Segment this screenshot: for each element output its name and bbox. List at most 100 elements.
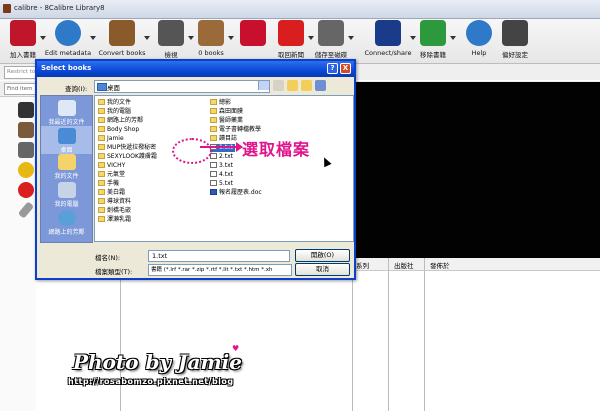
place-my-documents[interactable]: 我的文件 <box>41 154 92 180</box>
list-item[interactable]: 元氣堂 <box>98 171 125 179</box>
series-icon[interactable] <box>18 122 34 138</box>
list-item[interactable]: 3.txt <box>210 162 233 170</box>
chevron-down-icon[interactable] <box>348 36 354 40</box>
cancel-button[interactable]: 取消 <box>295 263 350 276</box>
folder-icon <box>98 207 105 213</box>
list-item[interactable]: 報名履歷表.doc <box>210 189 262 197</box>
list-item[interactable]: Body Shop <box>98 126 139 134</box>
folder-icon <box>98 126 105 132</box>
select-books-dialog: Select books ? X 查詢(I): 桌面 我最近的文件 桌面 我的文… <box>35 59 356 280</box>
list-item[interactable]: VICHY <box>98 162 125 170</box>
word-doc-icon <box>210 189 217 195</box>
annotation-text: 選取檔案 <box>242 140 311 159</box>
annotation-highlight-ring <box>172 138 212 164</box>
list-item[interactable]: 我的電腦 <box>98 108 131 116</box>
dialog-close-button[interactable]: X <box>340 63 351 74</box>
authors-icon[interactable] <box>18 102 34 118</box>
recent-docs-icon <box>57 100 76 116</box>
toolbar-button-help[interactable]: Help <box>460 20 498 57</box>
list-item[interactable]: SEXYLOOK護膚霜 <box>98 153 157 161</box>
chevron-down-icon[interactable] <box>144 36 150 40</box>
filename-input[interactable]: 1.txt <box>148 250 290 262</box>
toolbar-button-connect-share[interactable]: Connect/share <box>364 20 412 57</box>
list-item[interactable]: 導球資料 <box>98 198 131 206</box>
column-divider <box>424 258 425 411</box>
chevron-down-icon[interactable] <box>90 36 96 40</box>
list-item[interactable]: 網路上的芳鄰 <box>98 117 143 125</box>
list-item[interactable]: 美白霜 <box>98 189 125 197</box>
chevron-down-icon[interactable] <box>258 81 269 90</box>
folder-icon <box>98 144 105 150</box>
news-icon <box>278 20 304 46</box>
toolbar-label: Help <box>471 49 487 57</box>
back-icon[interactable] <box>273 80 284 91</box>
filename-label: 檔名(N): <box>95 254 121 262</box>
list-item[interactable]: 總影 <box>210 99 231 107</box>
list-item[interactable]: 電子書轉檔教學 <box>210 126 261 134</box>
toolbar-button-convert-books[interactable]: Convert books <box>98 20 146 57</box>
place-recent-documents[interactable]: 我最近的文件 <box>41 100 92 126</box>
folder-icon <box>210 126 217 132</box>
column-published[interactable]: 發佈於 <box>430 260 450 270</box>
folder-icon <box>98 117 105 123</box>
toolbar-button-magnifier[interactable]: 檢視 <box>152 20 190 59</box>
list-item[interactable]: 讀目誌 <box>210 135 237 143</box>
main-toolbar: 加入書籍 Edit metadata Convert books 檢視 0 books 取… <box>0 19 600 64</box>
list-item[interactable]: 劍橋毛嵌 <box>98 207 131 215</box>
toolbar-button-books[interactable]: 0 books <box>192 20 230 57</box>
up-folder-icon[interactable] <box>287 80 298 91</box>
toolbar-button-news[interactable]: 取回新聞 <box>272 20 310 59</box>
formats-icon[interactable] <box>18 142 34 158</box>
dialog-title-bar[interactable]: Select books ? X <box>37 61 354 77</box>
list-item[interactable]: 5.txt <box>210 180 233 188</box>
toolbar-label: Edit metadata <box>44 49 92 57</box>
toolbar-button-add-book[interactable]: 加入書籍 <box>4 20 42 59</box>
place-network[interactable]: 網路上的芳鄰 <box>41 210 92 236</box>
new-folder-icon[interactable] <box>301 80 312 91</box>
annotation-arrow <box>200 146 240 148</box>
list-item[interactable]: 醫師藥業 <box>210 117 243 125</box>
list-item[interactable]: 2.txt <box>210 153 233 161</box>
view-menu-icon[interactable] <box>315 80 326 91</box>
toolbar-label: 取回新聞 <box>278 51 304 59</box>
text-file-icon <box>210 162 217 168</box>
toolbar-label: Convert books <box>98 49 146 57</box>
list-item[interactable]: MUP快遞拉撥秘密 <box>98 144 156 152</box>
rating-star-icon[interactable] <box>18 162 34 178</box>
column-publisher[interactable]: 出版社 <box>394 260 414 270</box>
file-list[interactable]: 我的文件 我的電腦 網路上的芳鄰 Body Shop Jamie MUP快遞拉撥… <box>94 95 354 242</box>
list-item[interactable]: 森田面膜 <box>210 108 243 116</box>
list-item[interactable]: 4.txt <box>210 171 233 179</box>
connect-share-icon <box>375 20 401 46</box>
toolbar-button-heart[interactable] <box>234 20 272 49</box>
toolbar-button-recycle[interactable]: 移除書籍 <box>414 20 452 59</box>
column-divider <box>388 258 389 411</box>
toolbar-button-save-disk[interactable]: 儲存至磁碟 <box>312 20 350 59</box>
list-item[interactable]: 手機 <box>98 180 119 188</box>
toolbar-button-info[interactable]: Edit metadata <box>44 20 92 57</box>
desktop-folder-icon <box>97 83 107 91</box>
lookin-value: 桌面 <box>107 84 120 92</box>
toolbar-label: 儲存至磁碟 <box>314 51 348 59</box>
folder-icon <box>210 135 217 141</box>
list-item[interactable]: Jamie <box>98 135 124 143</box>
open-button[interactable]: 開啟(O) <box>295 249 350 262</box>
column-divider <box>352 258 353 411</box>
book-cover-panel <box>356 82 600 258</box>
list-item[interactable]: 我的文件 <box>98 99 131 107</box>
calibre-logo-icon <box>3 4 11 13</box>
list-item[interactable]: 澤瀨乳霜 <box>98 216 131 224</box>
chevron-down-icon[interactable] <box>450 36 456 40</box>
dialog-help-button[interactable]: ? <box>327 63 338 74</box>
toolbar-label: 檢視 <box>164 51 178 59</box>
lookin-combo[interactable]: 桌面 <box>94 80 270 93</box>
toolbar-button-gear[interactable]: 偏好設定 <box>496 20 534 59</box>
place-desktop[interactable]: 桌面 <box>41 126 92 154</box>
folder-icon <box>98 180 105 186</box>
column-series[interactable]: 系列 <box>356 260 369 270</box>
news-tag-icon[interactable] <box>18 182 34 198</box>
tags-icon[interactable] <box>17 201 35 219</box>
place-my-computer[interactable]: 我的電腦 <box>41 182 92 208</box>
folder-icon <box>98 108 105 114</box>
filetype-combo[interactable]: 書籍 (*.lrf *.rar *.zip *.rtf *.lit *.txt … <box>148 264 292 276</box>
